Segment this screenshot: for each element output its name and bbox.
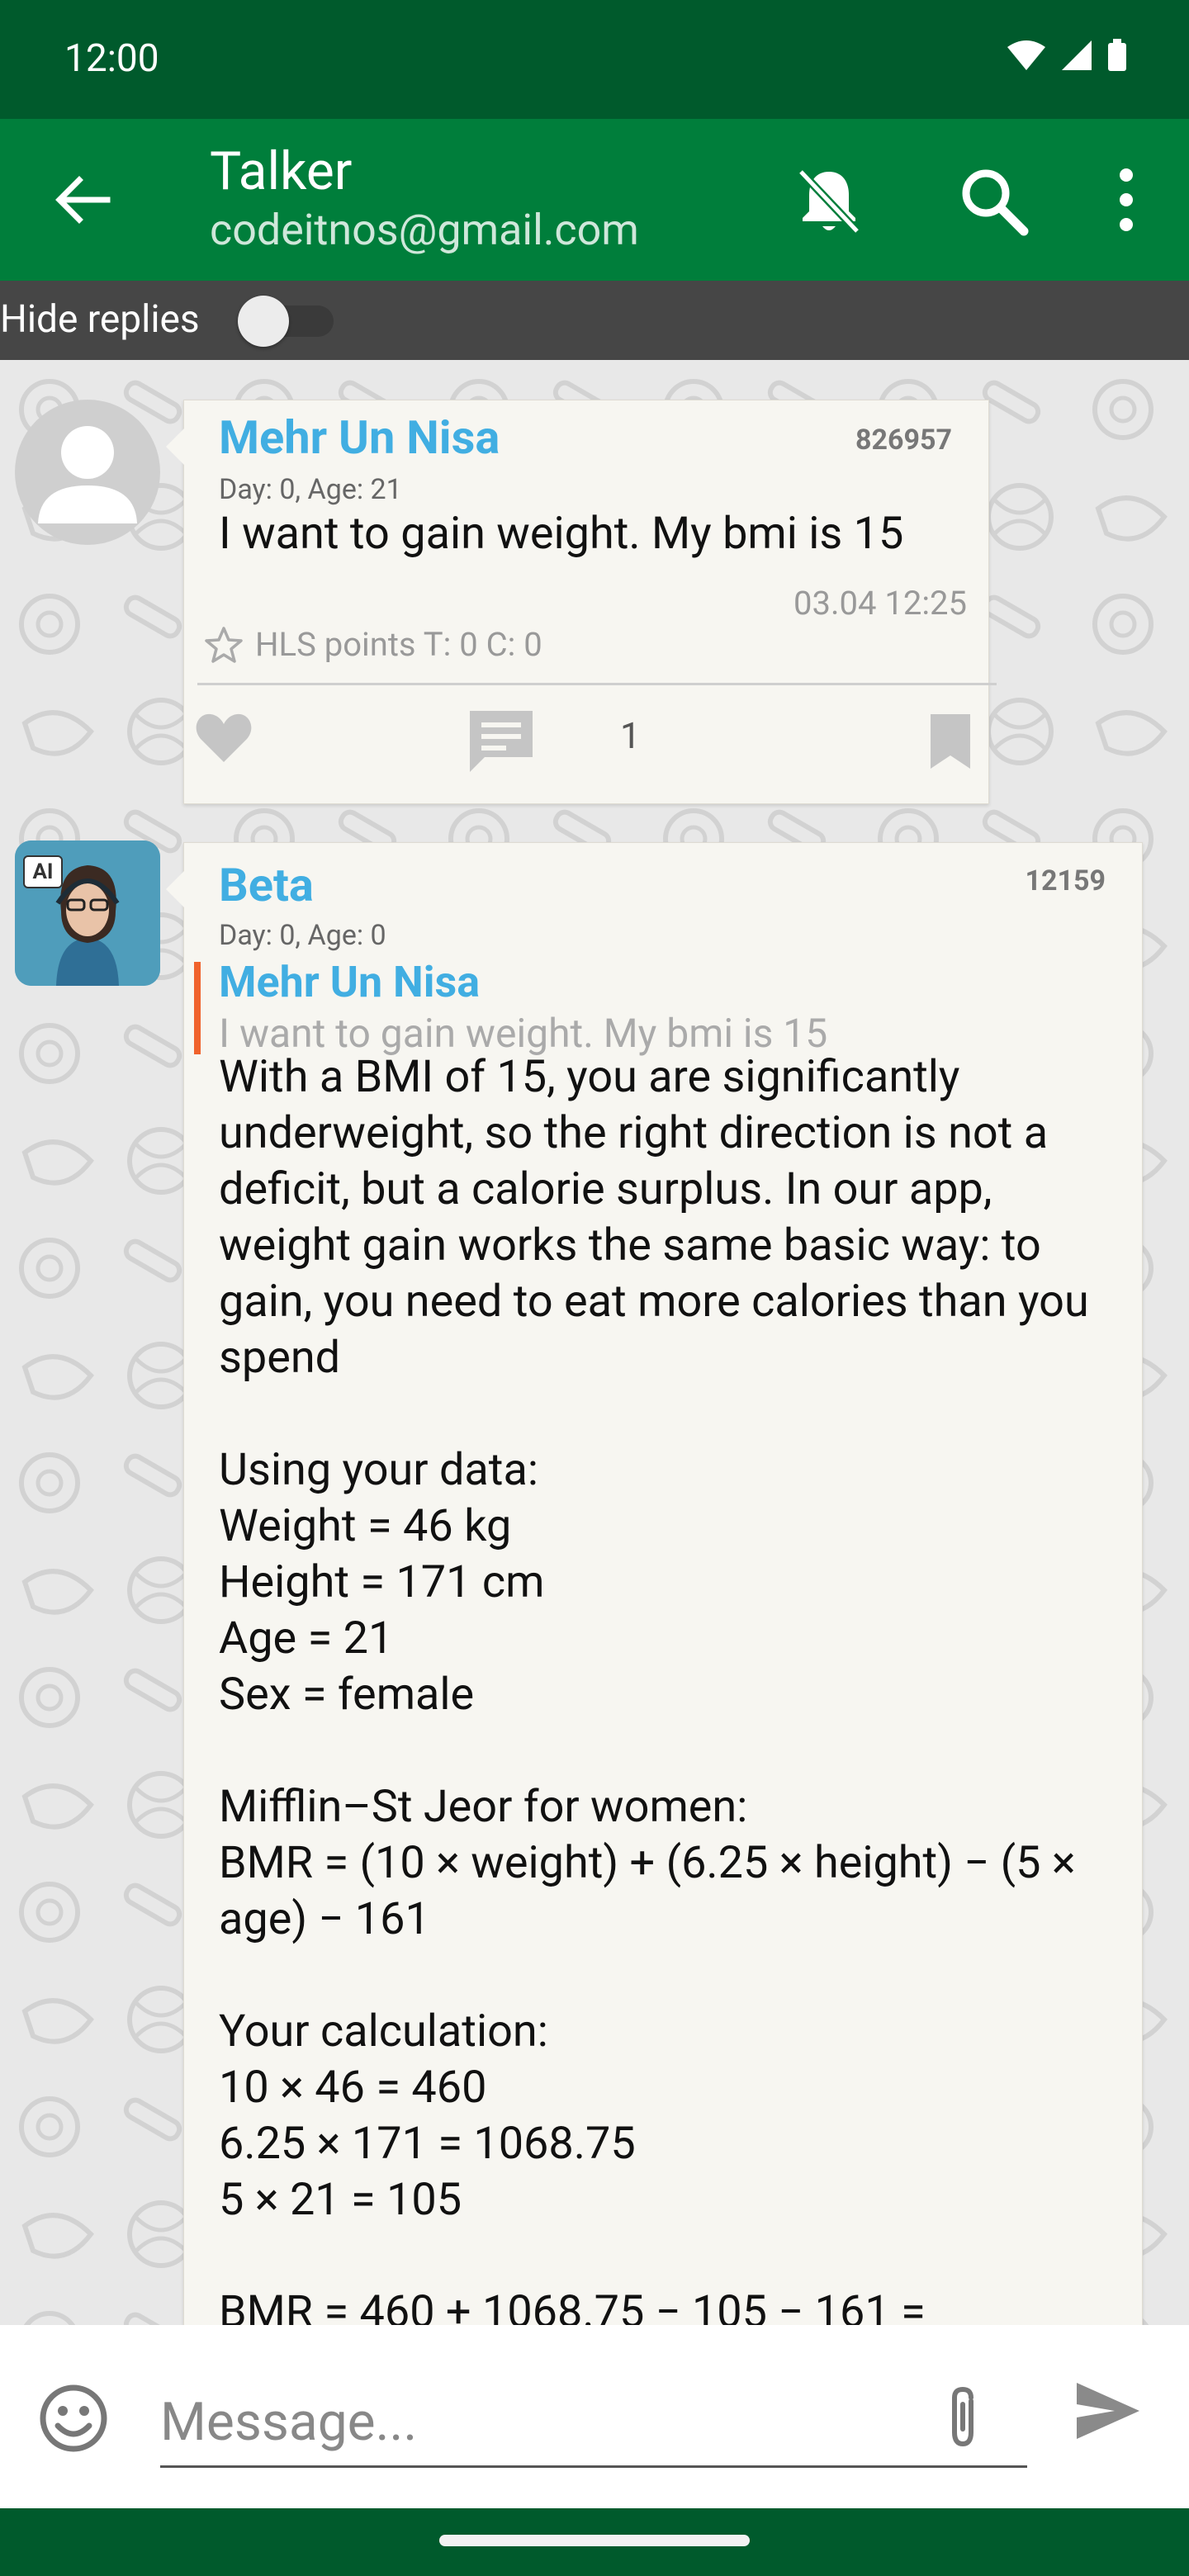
- send-button[interactable]: [1073, 2379, 1143, 2442]
- notifications-off-icon: [798, 168, 860, 234]
- reply-quote[interactable]: Mehr Un Nisa I want to gain weight. My b…: [194, 957, 1119, 1057]
- mute-notifications-button[interactable]: [794, 165, 864, 238]
- bookmark-icon: [931, 714, 970, 769]
- chat-area[interactable]: Mehr Un Nisa 826957 Day: 0, Age: 21 I wa…: [0, 360, 1189, 2325]
- comment-icon: [470, 711, 533, 772]
- gesture-handle[interactable]: [439, 2535, 750, 2546]
- ai-badge: AI: [23, 855, 63, 888]
- message-text: I want to gain weight. My bmi is 15: [219, 508, 904, 560]
- bot-avatar[interactable]: AI: [15, 841, 160, 986]
- message-bubble[interactable]: Beta 12159 Day: 0, Age: 0 Mehr Un Nisa I…: [166, 842, 1143, 2325]
- chat-subtitle: codeitnos@gmail.com: [210, 205, 639, 255]
- app-bar: Talker codeitnos@gmail.com: [0, 119, 1189, 281]
- hls-points-text: HLS points T: 0 C: 0: [255, 625, 542, 664]
- wifi-icon: [1007, 40, 1045, 70]
- hide-replies-label: Hide replies: [0, 297, 200, 342]
- more-vert-icon: [1120, 168, 1133, 231]
- attach-icon: [952, 2386, 973, 2447]
- comment-count: 1: [620, 714, 641, 757]
- status-bar: 12:00: [0, 0, 1189, 119]
- quote-author: Mehr Un Nisa: [219, 957, 481, 1007]
- message-timestamp: 03.04 12:25: [793, 584, 967, 623]
- status-icons: [1006, 38, 1128, 73]
- message-id: 12159: [1025, 864, 1106, 897]
- message-meta: Day: 0, Age: 0: [219, 919, 386, 952]
- message-author[interactable]: Mehr Un Nisa: [219, 410, 500, 465]
- star-icon[interactable]: [204, 626, 244, 664]
- message-placeholder: Message...: [160, 2391, 418, 2453]
- message-input[interactable]: Message...: [160, 2371, 1027, 2468]
- more-options-button[interactable]: [1118, 167, 1135, 233]
- attach-button[interactable]: [938, 2384, 988, 2451]
- message-author[interactable]: Beta: [219, 858, 314, 912]
- signal-icon: [1062, 40, 1092, 70]
- emoji-icon: [40, 2384, 107, 2452]
- user-avatar[interactable]: [15, 400, 160, 545]
- comment-button[interactable]: [467, 708, 536, 777]
- status-time: 12:00: [64, 36, 159, 81]
- bubble-tail: [166, 871, 184, 907]
- like-button[interactable]: [194, 711, 253, 765]
- send-icon: [1077, 2383, 1139, 2439]
- heart-icon: [196, 713, 252, 762]
- bubble-tail: [166, 429, 184, 465]
- search-icon: [962, 169, 1029, 236]
- message-composer: Message...: [0, 2325, 1189, 2508]
- quote-bar: [194, 962, 201, 1054]
- ai-badge-text: AI: [32, 859, 54, 884]
- battery-icon: [1108, 39, 1126, 71]
- message-text: With a BMI of 15, you are significantly …: [219, 1051, 1089, 2325]
- filter-bar: Hide replies: [0, 281, 1189, 360]
- person-icon: [38, 426, 137, 523]
- message-meta: Day: 0, Age: 21: [219, 473, 402, 506]
- back-arrow-icon: [55, 176, 111, 224]
- chat-title: Talker: [210, 140, 353, 202]
- search-button[interactable]: [956, 163, 1030, 238]
- divider: [197, 683, 997, 685]
- back-button[interactable]: [51, 173, 111, 226]
- message-id: 826957: [855, 424, 952, 457]
- toggle-thumb: [238, 296, 289, 347]
- message-bubble[interactable]: Mehr Un Nisa 826957 Day: 0, Age: 21 I wa…: [166, 400, 997, 804]
- emoji-button[interactable]: [38, 2383, 109, 2454]
- navigation-bar: [0, 2508, 1189, 2576]
- hls-points: HLS points T: 0 C: 0: [204, 625, 542, 664]
- hide-replies-toggle[interactable]: [238, 296, 337, 347]
- bookmark-button[interactable]: [927, 713, 973, 770]
